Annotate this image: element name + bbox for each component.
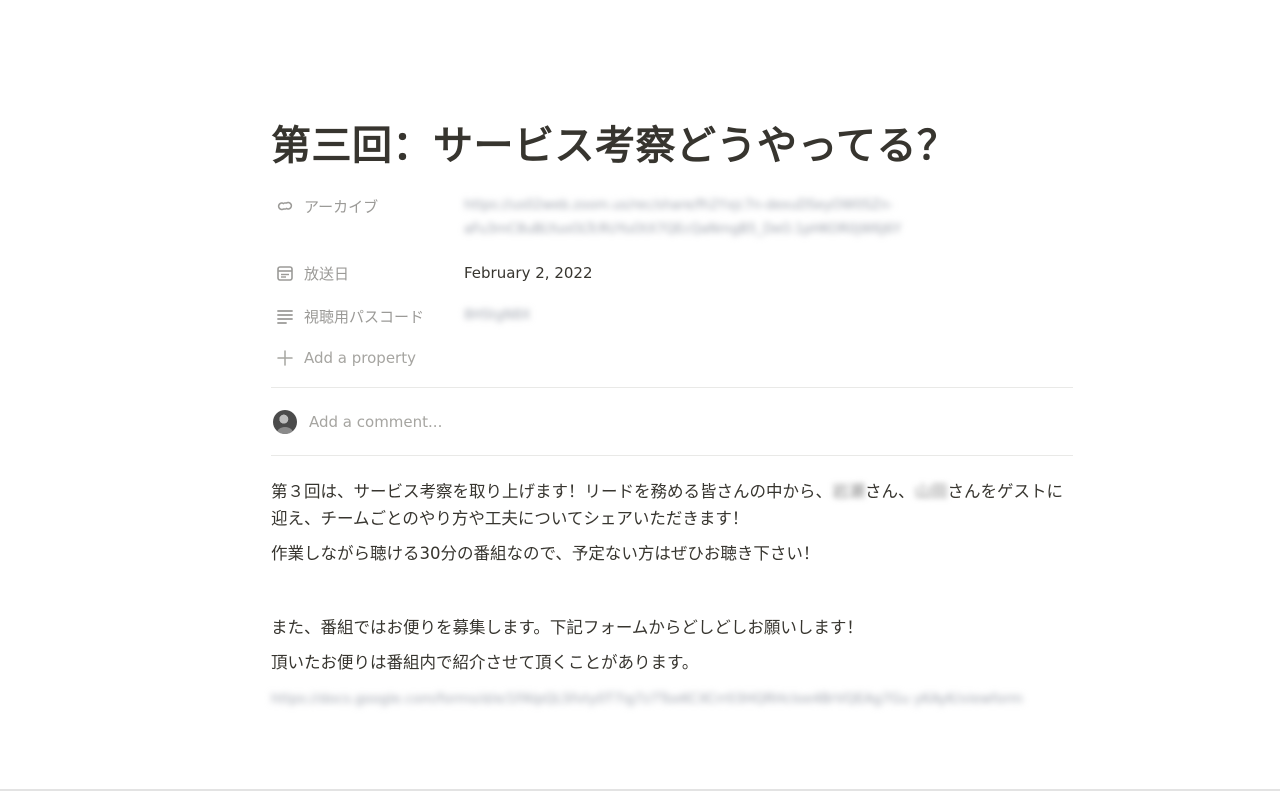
paragraph-letters[interactable]: また、番組ではお便りを募集します。下記フォームからどしどしお願いします！ [271,614,1073,641]
plus-icon [275,348,295,368]
comment-input[interactable]: Add a comment... [273,410,442,434]
property-broadcast-date: 放送日 February 2, 2022 [271,261,1073,285]
add-property-label: Add a property [304,349,416,367]
property-passcode-key[interactable]: 視聴用パスコード [271,304,464,328]
calendar-icon [275,263,295,283]
paragraph-intro[interactable]: 第３回は、サービス考察を取り上げます！リードを務める皆さんの中から、岩瀬さん、山… [271,478,1073,532]
link-icon [275,196,295,216]
avatar [273,410,297,434]
add-property-button[interactable]: Add a property [271,348,416,368]
archive-url-value[interactable]: https://us02web.zoom.us/rec/share/fh2Yxj… [464,194,984,242]
guest-name-1: 岩瀬 [832,482,865,501]
broadcast-date-value[interactable]: February 2, 2022 [464,261,593,285]
property-broadcast-date-key[interactable]: 放送日 [271,261,464,285]
comments-divider [271,455,1073,456]
property-passcode: 視聴用パスコード 8HStgN8X [271,304,1073,328]
intro-text-part2: さん、 [865,482,915,501]
comment-placeholder: Add a comment... [309,413,443,431]
paragraph-listen[interactable]: 作業しながら聴ける30分の番組なので、予定ない方はぜひお聴き下さい！ [271,540,1073,567]
property-archive: アーカイブ https://us02web.zoom.us/rec/share/… [271,194,1073,242]
guest-name-2: 山田 [914,482,948,501]
property-archive-key[interactable]: アーカイブ [271,194,464,218]
property-passcode-label: 視聴用パスコード [304,307,425,326]
intro-text-part1: 第３回は、サービス考察を取り上げます！リードを務める皆さんの中から、 [271,482,832,501]
property-archive-label: アーカイブ [304,197,379,216]
form-link[interactable]: https://docs.google.com/forms/d/e/1FAIpQ… [271,686,1071,713]
property-broadcast-date-label: 放送日 [304,264,350,283]
text-lines-icon [275,306,295,326]
archive-url-line2: aFu3mC8uBLYuoOLTcRUYuOtX7QEcQaNmgB5_DeO.… [464,222,902,237]
paragraph-letters-note[interactable]: 頂いたお便りは番組内で紹介させて頂くことがあります。 [271,649,1073,676]
page-title[interactable]: 第三回：サービス考察どうやってる？ [271,116,958,176]
passcode-value[interactable]: 8HStgN8X [464,304,531,328]
archive-url-line1: https://us02web.zoom.us/rec/share/fh2Yxj… [464,198,894,213]
properties-divider [271,387,1073,388]
